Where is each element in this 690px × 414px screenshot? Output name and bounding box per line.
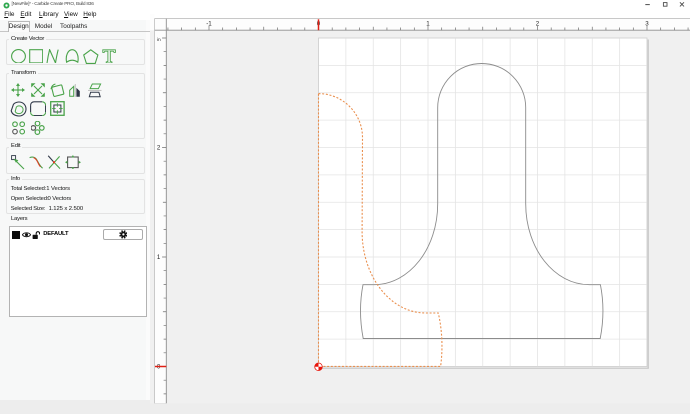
svg-text:2: 2 (536, 20, 540, 27)
svg-text:2: 2 (157, 145, 161, 152)
svg-text:1: 1 (157, 254, 161, 261)
svg-text:-1: -1 (206, 20, 212, 27)
svg-text:in: in (157, 37, 161, 43)
svg-text:3: 3 (645, 20, 649, 27)
svg-text:1: 1 (426, 20, 430, 27)
